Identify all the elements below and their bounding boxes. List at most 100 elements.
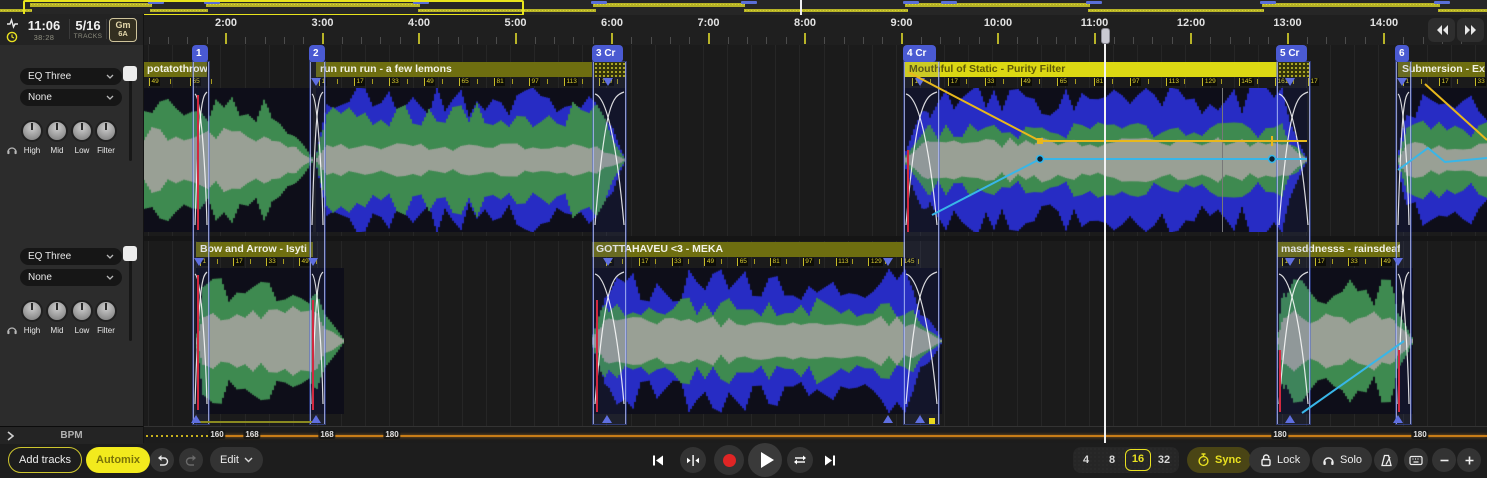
clip-title: GOTTAHAVEU <3 - MEKA [592, 242, 905, 257]
automix-button[interactable]: Automix [86, 447, 150, 473]
insert-effect-select-deck2[interactable]: None [20, 269, 122, 286]
eq-low-knob-deck2[interactable] [71, 300, 93, 322]
transition-handle-down[interactable] [1285, 258, 1295, 266]
beat-number: 145 [1239, 78, 1254, 86]
transition-handle-down[interactable] [603, 78, 613, 86]
eq-mid-knob-deck1[interactable] [46, 120, 68, 142]
play-button[interactable] [748, 443, 782, 477]
bpm-value-node[interactable]: 168 [243, 430, 260, 439]
ruler-minor-tick [1210, 37, 1211, 44]
skip-to-end-button[interactable] [819, 449, 841, 471]
beat-number: 65 [1057, 78, 1068, 86]
zoom-out-button[interactable] [1432, 448, 1456, 472]
eq-high-knob-deck2[interactable] [21, 300, 43, 322]
automation-node[interactable] [929, 418, 935, 424]
redo-button[interactable] [179, 448, 203, 472]
beat-tick [1365, 259, 1366, 264]
headphones-cue-deck2-icon[interactable] [6, 324, 18, 335]
playhead[interactable] [1104, 28, 1106, 443]
quantize-8[interactable]: 8 [1099, 450, 1125, 470]
transition-handle-down[interactable] [1285, 78, 1295, 86]
timeline-ruler[interactable]: 1:002:003:004:005:006:007:008:009:0010:0… [0, 15, 1487, 45]
quantize-16[interactable]: 16 [1125, 449, 1151, 471]
transition-marker-tag[interactable]: 1 [192, 45, 208, 62]
transition-handle-down[interactable] [194, 258, 204, 266]
eq-preset-select-deck1[interactable]: EQ Three [20, 68, 122, 85]
transition-region-4[interactable] [904, 62, 939, 424]
quantize-32[interactable]: 32 [1151, 450, 1177, 470]
transition-region-5[interactable] [1277, 62, 1310, 424]
bpm-curve[interactable] [216, 435, 1487, 437]
add-tracks-button[interactable]: Add tracks [8, 447, 82, 473]
arrangement-area[interactable]: potatothrow4965run run run - a few lemon… [0, 45, 1487, 426]
transition-marker-tag[interactable]: 3 Cr [592, 45, 623, 62]
eq-mid-knob-deck2[interactable] [46, 300, 68, 322]
metronome-icon [1380, 454, 1393, 467]
solo-button[interactable]: Solo [1312, 447, 1372, 473]
bpm-lane[interactable]: 160 168 168 180 180 180 [0, 426, 1487, 444]
volume-fader-handle-deck1[interactable] [123, 66, 137, 81]
transition-region-1[interactable] [193, 62, 209, 424]
eq-preset-value: EQ Three [28, 251, 71, 262]
bpm-lane-header[interactable]: BPM [0, 426, 143, 444]
sync-button[interactable]: Sync [1187, 447, 1251, 473]
metronome-button[interactable] [1374, 448, 1398, 472]
playhead-handle[interactable] [1101, 28, 1110, 44]
volume-fader-handle-deck2[interactable] [123, 246, 137, 261]
edit-menu-button[interactable]: Edit [210, 447, 263, 473]
transition-handle-up[interactable] [311, 415, 321, 423]
bpm-value-node[interactable]: 180 [383, 430, 400, 439]
transition-handle-down[interactable] [1393, 258, 1403, 266]
transition-marker-tag[interactable]: 4 Cr [903, 45, 936, 62]
bpm-value-node[interactable]: 160 [208, 430, 225, 439]
ruler-minor-tick [940, 37, 941, 44]
insert-effect-select-deck1[interactable]: None [20, 89, 122, 106]
ruler-major-tick [1190, 33, 1192, 44]
bpm-value-node[interactable]: 168 [318, 430, 335, 439]
clip-potatothrow[interactable]: potatothrow4965 [143, 62, 313, 232]
transition-handle-up[interactable] [602, 415, 612, 423]
minimap[interactable] [0, 0, 1487, 16]
clip-gottahaveu[interactable]: GOTTAHAVEU <3 - MEKA11733496581971131291… [592, 242, 942, 414]
bpm-value-node[interactable]: 180 [1271, 430, 1288, 439]
eq-high-knob-deck1[interactable] [21, 120, 43, 142]
transition-handle-down[interactable] [308, 258, 318, 266]
fast-forward-button[interactable] [1457, 18, 1484, 42]
quantize-4[interactable]: 4 [1073, 450, 1099, 470]
loop-button[interactable] [787, 447, 813, 473]
transition-handle-up[interactable] [883, 415, 893, 423]
transition-handle-down[interactable] [311, 78, 321, 86]
quantize-selector[interactable]: 4 8 16 32 [1073, 447, 1179, 473]
keyboard-shortcuts-button[interactable] [1404, 448, 1428, 472]
eq-low-knob-deck1[interactable] [71, 120, 93, 142]
transition-handle-down[interactable] [883, 258, 893, 266]
filter-knob-deck1[interactable] [95, 120, 117, 142]
clip-submersion[interactable]: Submersion - Exod11733 [1398, 62, 1487, 232]
eq-preset-select-deck2[interactable]: EQ Three [20, 248, 122, 265]
transition-marker-tag[interactable]: 5 Cr [1276, 45, 1307, 62]
key-badge[interactable]: Gm 6A [109, 18, 137, 42]
transition-handle-down[interactable] [603, 258, 613, 266]
lock-button[interactable]: Lock [1249, 447, 1310, 473]
snap-to-playhead-button[interactable] [680, 447, 706, 473]
rewind-button[interactable] [1428, 18, 1455, 42]
transition-handle-up[interactable] [915, 415, 925, 423]
transition-handle-up[interactable] [1393, 415, 1403, 423]
undo-button[interactable] [150, 448, 174, 472]
transition-marker-tag[interactable]: 2 [309, 45, 325, 62]
bpm-value-node[interactable]: 180 [1411, 430, 1428, 439]
skip-to-start-button[interactable] [647, 449, 669, 471]
beat-number: 65 [459, 78, 470, 86]
transition-handle-down[interactable] [1397, 78, 1407, 86]
clip-mouthful-of-static[interactable]: Mouthful of Static - Purity Filter117334… [905, 62, 1307, 232]
zoom-in-button[interactable] [1457, 448, 1481, 472]
transition-handle-up[interactable] [191, 415, 201, 423]
transition-handle-down[interactable] [915, 78, 925, 86]
beat-number: 97 [1130, 78, 1141, 86]
filter-knob-deck2[interactable] [95, 300, 117, 322]
record-button[interactable] [714, 445, 744, 475]
transition-handle-up[interactable] [1285, 415, 1295, 423]
headphones-cue-deck1-icon[interactable] [6, 144, 18, 155]
clip-run-run-run[interactable]: run run run - a few lemons11733496581971… [316, 62, 625, 232]
transition-marker-tag[interactable]: 6 [1395, 45, 1409, 62]
